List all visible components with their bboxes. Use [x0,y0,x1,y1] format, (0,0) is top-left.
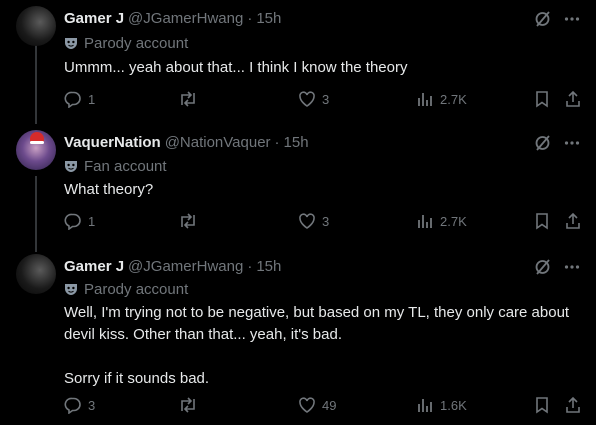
timestamp[interactable]: 15h [256,10,281,27]
account-label: Parody account [64,279,188,299]
reply-count: 1 [88,213,96,229]
reply-button[interactable]: 3 [64,396,95,414]
tweet-text: What theory? [64,181,154,198]
retweet-icon [181,213,195,229]
separator: · [274,133,280,151]
views-icon [418,215,432,228]
views-button[interactable]: 1.6K [416,396,467,414]
reply-icon [64,91,81,108]
separator: · [247,9,253,27]
grok-icon[interactable] [534,134,552,152]
reply-count: 3 [88,397,96,413]
share-icon [566,212,580,229]
grok-icon[interactable] [534,10,552,28]
bookmark-icon [536,397,548,414]
user-handle[interactable]: @JGamerHwang [128,10,243,27]
tweet-text: Well, I'm trying not to be negative, but… [64,304,570,387]
share-icon [566,396,580,413]
more-icon[interactable] [564,258,580,276]
share-button[interactable] [564,212,582,230]
reply-icon [64,213,81,230]
reply-count: 1 [88,91,96,107]
tweet[interactable]: VaquerNation @NationVaquer · 15h Fan acc… [0,124,596,244]
tweet-text: Ummm... yeah about that... I think I kno… [64,59,408,76]
account-label-text: Fan account [84,157,167,175]
share-icon [566,90,580,107]
grok-icon[interactable] [534,258,552,276]
views-icon [418,93,432,106]
account-label-text: Parody account [84,34,189,52]
tweet-header: VaquerNation @NationVaquer · 15h [64,131,309,153]
tweet-header: Gamer J @JGamerHwang · 15h [64,7,281,29]
tweet[interactable]: Gamer J @JGamerHwang · 15h Parody accoun… [0,0,596,120]
like-button[interactable]: 49 [298,396,336,414]
account-label: Fan account [64,156,167,176]
views-button[interactable]: 2.7K [416,90,467,108]
user-handle[interactable]: @NationVaquer [165,134,271,151]
bookmark-button[interactable] [534,90,550,108]
reply-icon [64,397,81,414]
share-button[interactable] [564,396,582,414]
display-name[interactable]: Gamer J [64,10,124,27]
user-handle[interactable]: @JGamerHwang [128,258,243,275]
like-button[interactable]: 3 [298,212,329,230]
like-count: 3 [322,213,330,229]
display-name[interactable]: Gamer J [64,258,124,275]
views-button[interactable]: 2.7K [416,212,467,230]
retweet-button[interactable] [178,396,204,414]
tweet[interactable]: Gamer J @JGamerHwang · 15h Parody accoun… [0,248,596,425]
timestamp[interactable]: 15h [284,134,309,151]
reply-button[interactable]: 1 [64,90,95,108]
bookmark-button[interactable] [534,212,550,230]
tweet-header: Gamer J @JGamerHwang · 15h [64,255,281,277]
timestamp[interactable]: 15h [256,258,281,275]
mask-icon [65,161,77,172]
more-icon[interactable] [564,134,580,152]
retweet-button[interactable] [178,212,204,230]
like-count: 49 [322,397,337,413]
like-icon [299,213,315,229]
like-icon [299,91,315,107]
like-count: 3 [322,91,330,107]
tweet-actions: 1 3 2.7K [64,212,584,232]
bookmark-icon [536,213,548,230]
reply-button[interactable]: 1 [64,212,95,230]
display-name[interactable]: VaquerNation [64,134,161,151]
bookmark-icon [536,91,548,108]
account-label-text: Parody account [84,280,189,298]
view-count: 1.6K [440,397,467,413]
share-button[interactable] [564,90,582,108]
tweet-top-actions [534,258,580,276]
separator: · [247,257,253,275]
account-label: Parody account [64,33,188,53]
mask-icon [65,284,77,295]
view-count: 2.7K [440,91,467,107]
tweet-top-actions [534,134,580,152]
avatar[interactable] [16,130,56,170]
tweet-actions: 1 3 2.7K [64,90,584,110]
tweet-top-actions [534,10,580,28]
views-icon [418,399,432,412]
more-icon[interactable] [564,10,580,28]
retweet-icon [181,91,195,107]
avatar[interactable] [16,6,56,46]
like-icon [299,397,315,413]
retweet-button[interactable] [178,90,204,108]
like-button[interactable]: 3 [298,90,329,108]
mask-icon [65,38,77,49]
view-count: 2.7K [440,213,467,229]
bookmark-button[interactable] [534,396,550,414]
santa-hat-icon [30,132,44,144]
retweet-icon [181,397,195,413]
avatar[interactable] [16,254,56,294]
tweet-actions: 3 49 1.6K [64,396,584,416]
